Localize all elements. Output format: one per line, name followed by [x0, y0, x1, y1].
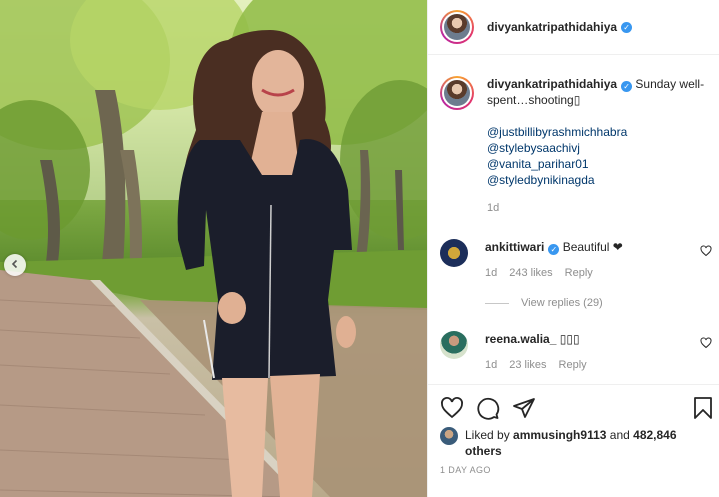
heart-icon[interactable] [440, 396, 464, 423]
liked-by-prefix: Liked by [465, 428, 510, 442]
mention-link[interactable]: @stylebysaachivj [487, 140, 707, 156]
view-replies-label: View replies (29) [521, 297, 603, 309]
actions-divider [428, 384, 719, 385]
liked-by-and: and [609, 428, 630, 442]
carousel-prev-button[interactable] [4, 254, 26, 276]
comment-icon[interactable] [476, 396, 500, 423]
reply-button[interactable]: Reply [559, 359, 587, 371]
comment-text: Beautiful ❤ [562, 240, 623, 254]
commenter-username[interactable]: ankittiwari [485, 240, 544, 254]
comment-item: reena.walia_ ▯▯▯ 1d 23 likes Reply [440, 331, 712, 371]
liker-avatar[interactable] [440, 427, 458, 445]
author-avatar[interactable] [440, 10, 474, 44]
post-side-panel: divyankatripathidahiya ✓ divyankatripath… [428, 0, 719, 497]
comment-time[interactable]: 1d [485, 267, 497, 279]
commenter-username[interactable]: reena.walia_ [485, 332, 556, 346]
verified-badge-icon: ✓ [548, 244, 560, 255]
comment-time[interactable]: 1d [485, 359, 497, 371]
comment-item: ankittiwari ✓ Beautiful ❤ 1d 243 likes Re… [440, 239, 712, 279]
post-header: divyankatripathidahiya ✓ [428, 0, 719, 55]
caption: divyankatripathidahiya ✓ Sunday well-spen… [440, 76, 710, 216]
caption-mentions: @justbillibyrashmichhabra @stylebysaachi… [487, 124, 707, 188]
commenter-avatar[interactable] [440, 331, 468, 359]
liked-by: Liked by ammusingh9113 and 482,846 other… [440, 427, 710, 459]
caption-author-avatar[interactable] [440, 76, 474, 110]
comment-meta: 1d 243 likes Reply [485, 267, 695, 279]
author-username[interactable]: divyankatripathidahiya [487, 20, 617, 34]
comment-text: ▯▯▯ [559, 332, 580, 346]
chevron-left-icon [10, 258, 20, 272]
share-icon[interactable] [512, 396, 536, 423]
caption-username[interactable]: divyankatripathidahiya [487, 77, 617, 91]
commenter-avatar[interactable] [440, 239, 468, 267]
mention-link[interactable]: @vanita_parihar01 [487, 156, 707, 172]
caption-emoji: ▯ [573, 93, 581, 107]
heart-icon[interactable] [700, 337, 712, 352]
comment-likes[interactable]: 243 likes [509, 267, 552, 279]
liker-username[interactable]: ammusingh9113 [513, 428, 606, 442]
reply-button[interactable]: Reply [565, 267, 593, 279]
heart-icon[interactable] [700, 245, 712, 260]
view-replies-button[interactable]: View replies (29) [485, 297, 603, 309]
caption-timestamp[interactable]: 1d [487, 200, 707, 216]
action-bar [440, 396, 712, 420]
post-photo[interactable] [0, 0, 427, 497]
replies-line [485, 302, 509, 304]
verified-badge-icon: ✓ [621, 81, 633, 92]
bookmark-icon[interactable] [692, 396, 714, 423]
post-timestamp[interactable]: 1 DAY AGO [440, 465, 491, 475]
comment-meta: 1d 23 likes Reply [485, 359, 695, 371]
comment-likes[interactable]: 23 likes [509, 359, 546, 371]
mention-link[interactable]: @styledbynikinagda [487, 172, 707, 188]
photo-illustration [0, 0, 427, 497]
mention-link[interactable]: @justbillibyrashmichhabra [487, 124, 707, 140]
verified-badge-icon: ✓ [621, 21, 633, 33]
